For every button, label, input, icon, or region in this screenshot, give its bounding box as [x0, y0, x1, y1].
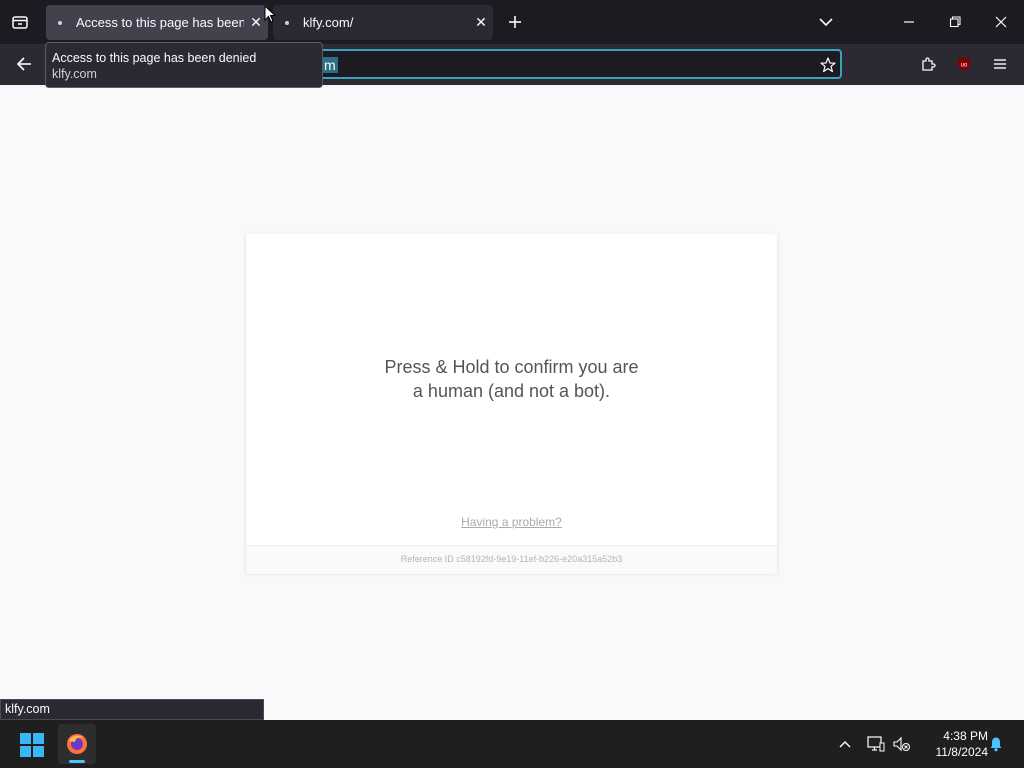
windows-start-icon[interactable]: [20, 733, 44, 757]
restore-icon: [949, 16, 961, 28]
notification-bell-icon: [990, 737, 1002, 752]
page-content: Press & Hold to confirm you are a human …: [0, 85, 1024, 720]
tooltip-url: klfy.com: [52, 67, 97, 81]
url-bar[interactable]: m: [260, 49, 842, 79]
tab-label: klfy.com/: [303, 15, 354, 30]
tab-list-icon: [12, 16, 28, 29]
message-line-1: Press & Hold to confirm you are: [384, 357, 639, 377]
network-button[interactable]: [866, 734, 886, 754]
having-problem-link[interactable]: Having a problem?: [246, 515, 777, 529]
tab-klfy[interactable]: klfy.com/ ✕: [273, 5, 493, 40]
minimize-button[interactable]: [896, 10, 922, 34]
tab-overflow-button[interactable]: [814, 10, 838, 34]
tray-chevron-button[interactable]: [836, 735, 854, 753]
tab-tooltip: Access to this page has been denied klfy…: [45, 42, 323, 88]
press-hold-message[interactable]: Press & Hold to confirm you are a human …: [246, 355, 777, 403]
close-tab-icon[interactable]: ✕: [469, 14, 493, 31]
firefox-icon: [67, 734, 87, 754]
tab-list-button[interactable]: [8, 10, 32, 34]
app-menu-button[interactable]: [988, 52, 1012, 76]
tooltip-title: Access to this page has been denied: [52, 51, 257, 65]
network-icon: [867, 736, 885, 752]
bookmark-star-icon: [820, 57, 836, 73]
mouse-cursor-icon: [264, 5, 276, 23]
restore-button[interactable]: [942, 10, 968, 34]
new-tab-button[interactable]: [504, 10, 526, 34]
title-bar: Access to this page has been de ✕ klfy.c…: [0, 0, 1024, 44]
back-icon: [16, 57, 31, 71]
reference-id: Reference ID c58192fd-9e19-11ef-b226-e20…: [246, 545, 777, 574]
system-clock[interactable]: 4:38 PM 11/8/2024: [916, 728, 989, 760]
firefox-taskbar-button[interactable]: [58, 724, 96, 764]
ublock-button[interactable]: uo: [952, 52, 976, 76]
bookmark-button[interactable]: [817, 54, 839, 76]
captcha-card: Press & Hold to confirm you are a human …: [246, 234, 777, 574]
back-button[interactable]: [12, 52, 36, 76]
extensions-button[interactable]: [916, 52, 940, 76]
running-indicator: [69, 760, 85, 763]
tab-favicon-icon: [285, 20, 289, 25]
extensions-icon: [922, 57, 936, 71]
url-text: m: [322, 57, 338, 73]
tab-overflow-icon: [819, 18, 833, 27]
svg-text:uo: uo: [961, 63, 968, 69]
close-window-button[interactable]: [988, 10, 1014, 34]
volume-button[interactable]: [892, 734, 912, 754]
clock-time: 4:38 PM: [943, 729, 988, 743]
message-line-2: a human (and not a bot).: [412, 381, 611, 401]
new-tab-icon: [509, 16, 521, 28]
tray-chevron-icon: [839, 741, 851, 748]
minimize-icon: [904, 21, 914, 23]
tab-label: Access to this page has been de: [76, 15, 244, 30]
notifications-button[interactable]: [986, 734, 1006, 754]
menu-icon: [994, 59, 1006, 69]
ublock-icon: uo: [958, 57, 970, 71]
tab-favicon-icon: [58, 20, 62, 25]
status-url-bar: klfy.com: [0, 699, 264, 720]
clock-date: 11/8/2024: [935, 745, 989, 759]
volume-muted-icon: [893, 736, 910, 752]
close-icon: [995, 16, 1007, 28]
tab-access-denied[interactable]: Access to this page has been de ✕: [46, 5, 268, 40]
